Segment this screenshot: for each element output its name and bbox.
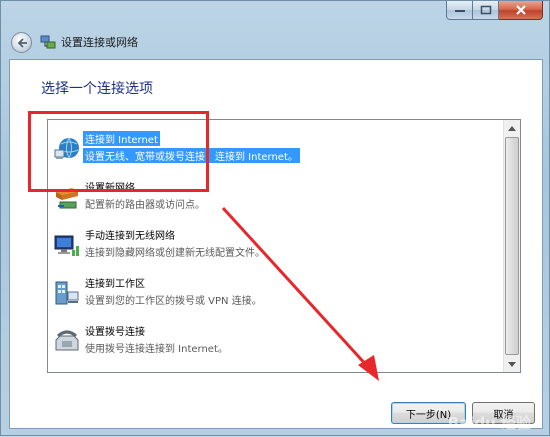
- option-label: 设置拨号连接: [85, 327, 145, 338]
- scroll-down-button[interactable]: [504, 356, 520, 372]
- scroll-up-button[interactable]: [504, 120, 520, 136]
- workplace-building-icon: [55, 281, 79, 305]
- minimize-button[interactable]: [446, 1, 473, 20]
- telephone-icon: [55, 330, 79, 351]
- close-button[interactable]: [499, 1, 543, 20]
- dialog-window: 设置连接或网络 选择一个连接选项 连接到 Internet 设置无线、宽带或拨号…: [0, 0, 550, 436]
- page-heading: 选择一个连接选项: [41, 81, 153, 97]
- wireless-computer-icon: [54, 235, 79, 256]
- option-description: 使用拨号连接连接到 Internet。: [85, 344, 228, 355]
- watermark-text: Baidu 经验: [447, 414, 531, 432]
- annotation-highlight-box: [28, 111, 209, 192]
- chevron-up-icon: [508, 125, 516, 131]
- back-button[interactable]: [11, 32, 32, 53]
- option-manual-wireless[interactable]: 手动连接到无线网络 连接到隐藏网络或创建新无线配置文件。: [48, 222, 503, 267]
- close-icon: [515, 5, 526, 15]
- option-description: 连接到隐藏网络或创建新无线配置文件。: [85, 248, 265, 259]
- option-dialup[interactable]: 设置拨号连接 使用拨号连接连接到 Internet。: [48, 318, 503, 363]
- window-title: 设置连接或网络: [61, 36, 138, 49]
- option-description: 设置到您的工作区的拨号或 VPN 连接。: [85, 296, 262, 307]
- network-center-icon: [40, 35, 56, 49]
- option-description: 配置新的路由器或访问点。: [85, 200, 205, 211]
- option-workplace[interactable]: 连接到工作区 设置到您的工作区的拨号或 VPN 连接。: [48, 270, 503, 315]
- maximize-button[interactable]: [473, 1, 499, 20]
- chevron-down-icon: [508, 361, 516, 367]
- maximize-icon: [480, 5, 491, 15]
- vertical-scrollbar[interactable]: [503, 120, 520, 372]
- scroll-thumb[interactable]: [505, 137, 519, 355]
- caption-buttons: [446, 1, 543, 21]
- back-arrow-icon: [17, 37, 27, 48]
- option-label: 手动连接到无线网络: [85, 231, 175, 242]
- option-label: 连接到工作区: [85, 279, 145, 290]
- minimize-icon: [454, 10, 465, 12]
